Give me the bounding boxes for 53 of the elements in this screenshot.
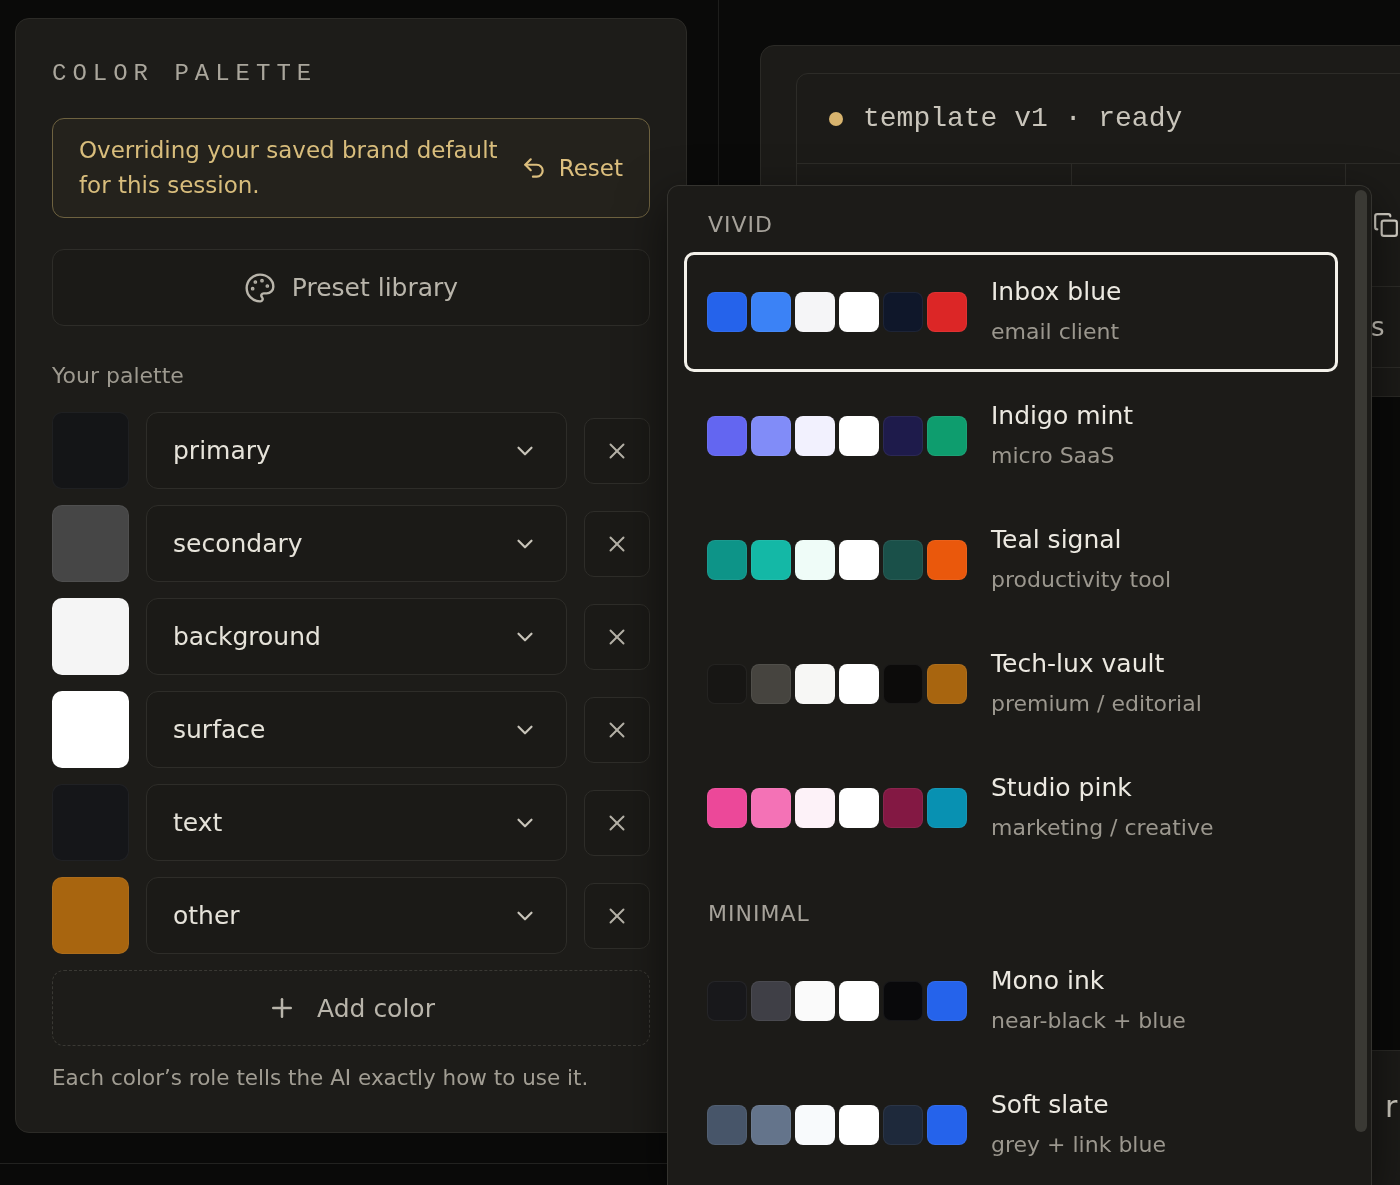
preset-description: micro SaaS xyxy=(991,442,1115,470)
hint-text: Each color’s role tells the AI exactly how to use it. xyxy=(52,1064,589,1092)
preset-option[interactable]: Teal signal productivity tool xyxy=(684,500,1338,620)
remove-button[interactable] xyxy=(584,882,650,949)
remove-button[interactable] xyxy=(584,603,650,670)
notice-text: Overriding your saved brand default for this session. xyxy=(79,136,499,200)
preset-name: Mono ink xyxy=(991,965,1105,997)
role-select[interactable]: primary xyxy=(146,412,567,489)
preset-description: near-black + blue xyxy=(991,1007,1186,1035)
role-select[interactable]: surface xyxy=(146,691,567,768)
preset-name: Teal signal xyxy=(991,524,1122,556)
panel-title: COLOR PALETTE xyxy=(52,59,318,89)
status-label: template v1 · ready xyxy=(863,103,1183,134)
preset-description: grey + link blue xyxy=(991,1131,1166,1159)
remove-button[interactable] xyxy=(584,789,650,856)
color-swatch[interactable] xyxy=(52,691,129,768)
preset-option[interactable]: Inbox blue email client xyxy=(684,252,1338,372)
remove-button[interactable] xyxy=(584,696,650,763)
copy-icon[interactable] xyxy=(1373,212,1399,238)
preset-name: Soft slate xyxy=(991,1089,1109,1121)
preset-description: premium / editorial xyxy=(991,690,1202,718)
preset-description: email client xyxy=(991,318,1120,346)
preset-name: Tech-lux vault xyxy=(991,648,1165,680)
remove-button[interactable] xyxy=(584,510,650,577)
preset-option[interactable]: Indigo mint micro SaaS xyxy=(684,376,1338,496)
add-color-button[interactable]: Add color xyxy=(52,970,650,1046)
section-label: Your palette xyxy=(52,362,184,390)
remove-button[interactable] xyxy=(584,417,650,484)
preset-name: Indigo mint xyxy=(991,400,1134,432)
preset-option[interactable]: Studio pink marketing / creative xyxy=(684,748,1338,868)
section-heading: MINIMAL xyxy=(708,900,810,928)
preset-description: marketing / creative xyxy=(991,814,1214,842)
color-swatch[interactable] xyxy=(52,877,129,954)
section-heading: VIVID xyxy=(708,211,774,239)
reset-button[interactable]: Reset xyxy=(520,155,623,181)
role-select[interactable]: secondary xyxy=(146,505,567,582)
preset-library-button[interactable]: Preset library xyxy=(52,249,650,326)
role-select[interactable]: background xyxy=(146,598,567,675)
preset-name: Studio pink xyxy=(991,772,1132,804)
preset-option[interactable]: Soft slate grey + link blue xyxy=(684,1065,1338,1185)
preset-option[interactable]: Mono ink near-black + blue xyxy=(684,941,1338,1061)
partial-label: s xyxy=(1371,312,1385,342)
preset-option[interactable]: Tech-lux vault premium / editorial xyxy=(684,624,1338,744)
status-dot-icon xyxy=(829,111,843,126)
color-swatch[interactable] xyxy=(52,505,129,582)
role-select[interactable]: other xyxy=(146,877,567,954)
preset-name: Inbox blue xyxy=(991,276,1122,308)
scrollbar-thumb[interactable] xyxy=(1355,190,1367,1132)
color-swatch[interactable] xyxy=(52,598,129,675)
palette-icon xyxy=(243,271,276,304)
role-select[interactable]: text xyxy=(146,784,567,861)
partial-label: r xyxy=(1385,1089,1398,1124)
preset-description: productivity tool xyxy=(991,566,1172,594)
